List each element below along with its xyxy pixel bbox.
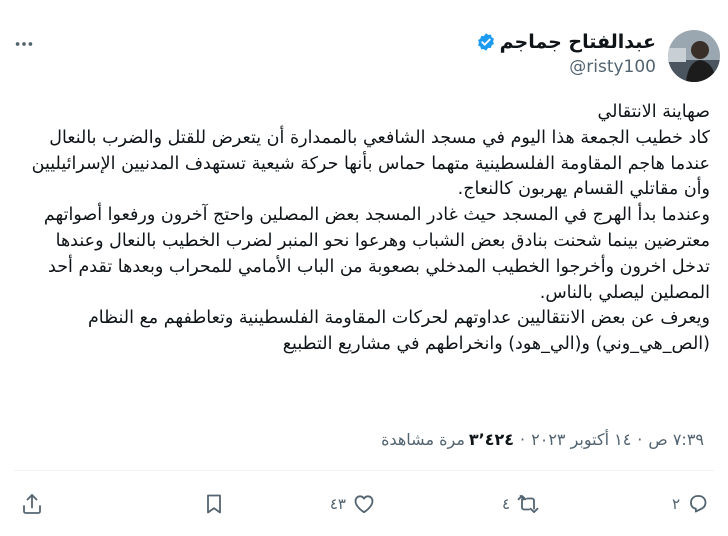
views-count: ٣٬٤٢٤	[468, 430, 515, 449]
meta-separator: ·	[637, 430, 643, 449]
tweet-paragraph: وعندما بدأ الهرج في المسجد حيث غادر المس…	[43, 205, 710, 303]
views-label: مرة مشاهدة	[381, 430, 465, 449]
heart-icon	[354, 495, 374, 514]
reply-count: ٢	[671, 495, 680, 513]
more-icon	[15, 42, 33, 46]
reply-icon	[690, 495, 707, 513]
meta-separator: ·	[520, 430, 526, 449]
reply-button[interactable]: ٢	[672, 488, 710, 520]
avatar-image	[668, 30, 720, 82]
repost-count: ٤	[501, 495, 510, 513]
share-icon	[23, 494, 41, 514]
tweet-time[interactable]: ٧:٣٩ ص	[648, 430, 704, 449]
action-bar: ٢ ٤ ٤٣	[14, 488, 714, 520]
divider	[14, 470, 714, 471]
bookmark-icon	[207, 494, 221, 514]
bookmark-button[interactable]	[202, 488, 226, 520]
like-button[interactable]: ٤٣	[330, 488, 376, 520]
tweet-paragraph: ويعرف عن بعض الانتقاليين عداوتهم لحركات …	[87, 308, 710, 355]
tweet-text: صهاينة الانتقالي كاد خطيب الجمعة هذا الي…	[14, 100, 710, 358]
repost-button[interactable]: ٤	[502, 488, 540, 520]
author-display-name[interactable]: عبدالفتاح جماجم	[500, 31, 656, 53]
like-count: ٤٣	[329, 495, 346, 513]
verified-badge-icon	[477, 33, 494, 51]
author-handle[interactable]: @risty100	[476, 57, 656, 77]
tweet-paragraph: كاد خطيب الجمعة هذا اليوم في مسجد الشافع…	[31, 127, 710, 200]
tweet-paragraph: صهاينة الانتقالي	[597, 102, 710, 122]
repost-icon	[517, 495, 539, 513]
more-options-button[interactable]	[10, 30, 38, 58]
share-button[interactable]	[20, 488, 44, 520]
author-info: عبدالفتاح جماجم @risty100	[476, 31, 656, 77]
avatar[interactable]	[668, 30, 720, 82]
tweet-date[interactable]: ١٤ أكتوبر ٢٠٢٣	[531, 430, 631, 449]
tweet-meta: ٧:٣٩ ص · ١٤ أكتوبر ٢٠٢٣ · ٣٬٤٢٤ مرة مشاه…	[381, 430, 704, 449]
